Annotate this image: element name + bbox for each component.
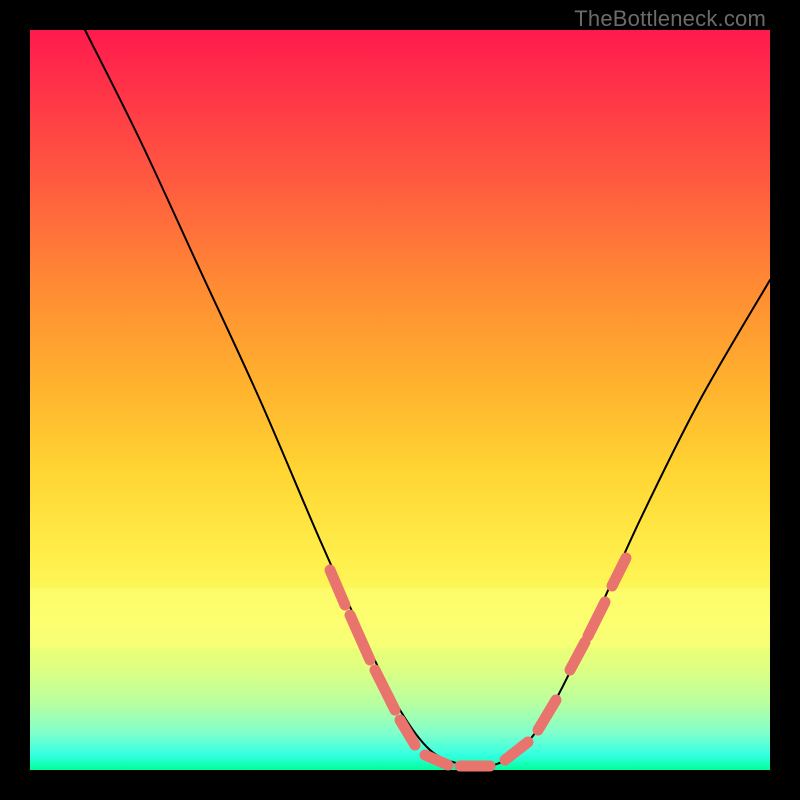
highlight-dash — [350, 615, 370, 660]
curve-layer — [30, 30, 770, 770]
highlight-dash — [570, 642, 585, 670]
highlight-dash — [400, 720, 415, 745]
highlight-dash — [425, 755, 448, 765]
bottleneck-curve — [85, 30, 770, 767]
highlight-dash — [612, 558, 626, 586]
highlight-dash — [505, 742, 528, 760]
highlight-dash-group — [330, 558, 626, 766]
highlight-dash — [375, 670, 395, 710]
watermark-text: TheBottleneck.com — [574, 6, 766, 32]
highlight-dash — [538, 700, 556, 730]
highlight-dash — [588, 602, 605, 636]
highlight-dash — [330, 570, 345, 605]
